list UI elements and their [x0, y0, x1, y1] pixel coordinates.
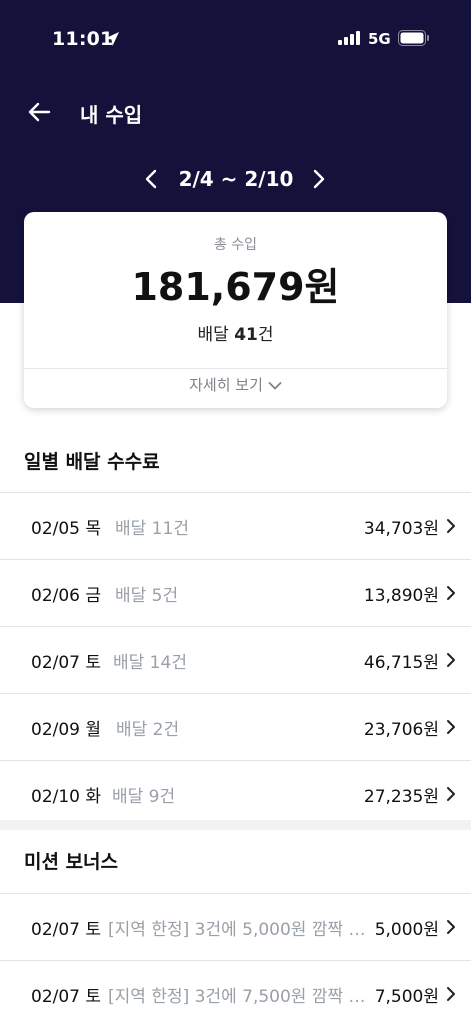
details-toggle-button[interactable]: 자세히 보기 [24, 374, 447, 406]
app-header: 내 수입 [0, 90, 471, 134]
delivery-count-suffix: 건 [257, 325, 274, 345]
daily-row[interactable]: 02/07 토 배달 14건 46,715원 [0, 627, 471, 693]
row-description: 배달 5건 [115, 586, 179, 606]
row-amount: 34,703원 [363, 519, 439, 539]
row-description: [지역 한정] 3건에 5,000원 깜짝 미션 [108, 920, 366, 940]
row-description: [지역 한정] 3건에 7,500원 깜짝 미션 [108, 987, 366, 1007]
row-date: 02/07 토 [31, 920, 102, 940]
location-arrow-icon [105, 32, 119, 46]
status-bar: 11:01 5G [0, 0, 471, 74]
income-summary-card: 총 수입 181,679원 배달 41건 자세히 보기 [24, 212, 447, 408]
delivery-count: 배달 41건 [24, 320, 447, 345]
chevron-right-icon [447, 586, 455, 600]
delivery-count-number: 41 [234, 325, 258, 345]
total-income-label: 총 수입 [213, 237, 258, 253]
chevron-right-icon[interactable] [308, 168, 328, 190]
delivery-count-prefix: 배달 [197, 325, 235, 345]
row-amount: 13,890원 [363, 586, 439, 606]
row-amount: 46,715원 [363, 653, 439, 673]
row-date: 02/07 토 [31, 987, 102, 1007]
row-date: 02/05 목 [31, 519, 102, 539]
daily-row[interactable]: 02/10 화 배달 9건 27,235원 [0, 761, 471, 827]
row-date: 02/09 월 [31, 720, 102, 740]
mission-row[interactable]: 02/07 토 [지역 한정] 3건에 5,000원 깜짝 미션 5,000원 [0, 894, 471, 960]
chevron-right-icon [447, 519, 455, 533]
chevron-right-icon [447, 787, 455, 801]
total-income-amount: 181,679원 [131, 265, 340, 309]
section-separator [0, 820, 471, 830]
row-description: 배달 14건 [113, 653, 187, 673]
chevron-right-icon [447, 987, 455, 1001]
details-label: 자세히 보기 [189, 376, 263, 394]
row-amount: 23,706원 [363, 720, 439, 740]
mission-bonus-title: 미션 보너스 [24, 851, 119, 873]
row-description: 배달 11건 [115, 519, 189, 539]
daily-row[interactable]: 02/06 금 배달 5건 13,890원 [0, 560, 471, 626]
date-range-selector: 2/4 ~ 2/10 [0, 160, 471, 198]
chevron-left-icon[interactable] [142, 168, 162, 190]
row-amount: 7,500원 [374, 987, 439, 1007]
mission-row[interactable]: 02/07 토 [지역 한정] 3건에 7,500원 깜짝 미션 7,500원 [0, 961, 471, 1027]
row-date: 02/07 토 [31, 653, 102, 673]
chevron-right-icon [447, 720, 455, 734]
back-arrow-icon[interactable] [26, 100, 52, 124]
row-description: 배달 9건 [112, 787, 176, 807]
battery-icon [398, 30, 429, 46]
row-date: 02/10 화 [31, 787, 102, 807]
row-date: 02/06 금 [31, 586, 102, 606]
cellular-signal-icon [338, 31, 360, 45]
daily-fees-title: 일별 배달 수수료 [24, 451, 160, 473]
card-divider [24, 368, 447, 369]
chevron-right-icon [447, 653, 455, 667]
network-type: 5G [368, 30, 391, 48]
chevron-down-icon [268, 381, 282, 389]
page-title: 내 수입 [80, 103, 143, 127]
date-range-label: 2/4 ~ 2/10 [178, 167, 294, 191]
row-description: 배달 2건 [116, 720, 180, 740]
row-amount: 5,000원 [374, 920, 439, 940]
row-amount: 27,235원 [363, 787, 439, 807]
daily-row[interactable]: 02/05 목 배달 11건 34,703원 [0, 493, 471, 559]
chevron-right-icon [447, 920, 455, 934]
daily-row[interactable]: 02/09 월 배달 2건 23,706원 [0, 694, 471, 760]
